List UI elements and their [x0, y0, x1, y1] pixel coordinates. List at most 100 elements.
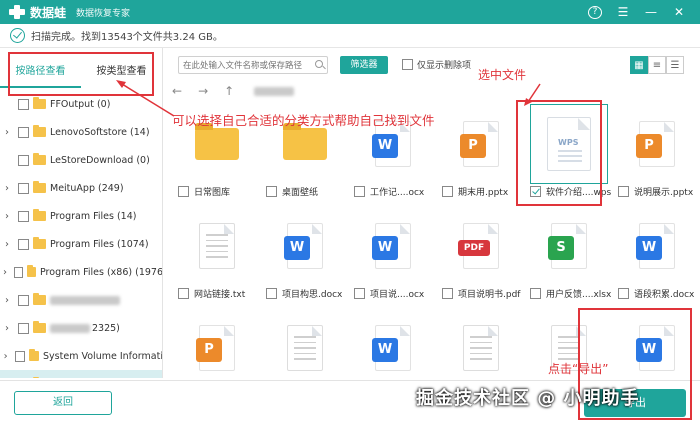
tree-checkbox[interactable]	[18, 238, 29, 250]
file-thumbnail[interactable]	[442, 308, 520, 388]
back-button[interactable]: 返回	[14, 391, 112, 415]
tree-label: Program Files (x86) (1976	[40, 266, 163, 278]
blurred-name	[50, 323, 90, 333]
file-type-badge: W	[372, 236, 398, 260]
up-arrow-icon[interactable]: ↑	[224, 84, 234, 98]
chevron-right-icon[interactable]: ›	[0, 211, 14, 222]
tree-checkbox[interactable]	[14, 266, 23, 278]
detail-view-icon[interactable]: ☰	[666, 56, 684, 74]
file-item[interactable]: P 说明展示.pptx	[618, 104, 700, 198]
file-type-badge: W	[372, 338, 398, 362]
chevron-right-icon[interactable]: ›	[0, 183, 14, 194]
file-item[interactable]: W 语段积累.docx	[618, 206, 700, 300]
forward-arrow-icon[interactable]: →	[198, 84, 208, 98]
file-item[interactable]: W	[618, 308, 700, 388]
file-checkbox[interactable]	[354, 185, 365, 197]
file-thumbnail[interactable]: PDF	[442, 206, 520, 286]
file-checkbox[interactable]	[530, 185, 541, 197]
file-item[interactable]: W 项目构思.docx	[266, 206, 352, 300]
file-checkbox[interactable]	[178, 185, 189, 197]
tree-checkbox[interactable]	[15, 350, 25, 362]
file-thumbnail[interactable]: P	[442, 104, 520, 184]
file-checkbox[interactable]	[618, 185, 629, 197]
file-thumbnail[interactable]: S	[530, 206, 608, 286]
search-input[interactable]	[178, 56, 328, 74]
file-item[interactable]: P 期末用.pptx	[442, 104, 528, 198]
file-thumbnail[interactable]: W	[266, 206, 344, 286]
tree-checkbox[interactable]	[18, 322, 29, 334]
chevron-right-icon[interactable]: ›	[0, 323, 14, 334]
tree-checkbox[interactable]	[18, 294, 29, 306]
file-thumbnail[interactable]: P	[618, 104, 696, 184]
file-thumbnail[interactable]: WPS	[530, 104, 608, 184]
tree-label: Program Files (1074)	[50, 238, 149, 250]
chevron-right-icon[interactable]: ›	[0, 351, 11, 362]
file-thumbnail[interactable]: W	[354, 206, 432, 286]
file-thumbnail[interactable]: W	[354, 308, 432, 388]
filter-button[interactable]: 筛选器	[340, 56, 388, 74]
tree-checkbox[interactable]	[18, 126, 29, 138]
tree-row[interactable]: ⌄工作 (35)	[0, 370, 162, 378]
file-thumbnail[interactable]: P	[178, 308, 256, 388]
tree-row[interactable]: › Program Files (x86) (1976	[0, 258, 163, 286]
file-checkbox[interactable]	[442, 287, 453, 299]
tree-checkbox[interactable]	[18, 154, 29, 166]
tree-checkbox[interactable]	[18, 210, 29, 222]
file-item[interactable]: W 项目说....ocx	[354, 206, 440, 300]
tree-row[interactable]: LeStoreDownload (0)	[0, 146, 162, 174]
chevron-right-icon[interactable]: ›	[0, 295, 14, 306]
file-name: 说明展示.pptx	[634, 187, 694, 198]
folder-icon	[33, 181, 46, 193]
tree-row[interactable]: › 2325)	[0, 314, 162, 342]
file-checkbox[interactable]	[266, 185, 277, 197]
file-item[interactable]: WPS 软件介绍....wps	[530, 104, 616, 198]
tree-label: System Volume Informati	[43, 350, 163, 362]
file-item[interactable]: 网站链接.txt	[178, 206, 264, 300]
tree-row[interactable]: ›	[0, 286, 162, 314]
file-item[interactable]: S 用户反馈....xlsx	[530, 206, 616, 300]
tree-row[interactable]: › Program Files (14)	[0, 202, 162, 230]
tree-checkbox[interactable]	[18, 98, 29, 110]
file-thumbnail[interactable]	[266, 308, 344, 388]
file-thumbnail[interactable]	[178, 206, 256, 286]
file-item[interactable]: W	[354, 308, 440, 388]
folder-icon	[195, 123, 239, 160]
list-view-icon[interactable]: ≡	[648, 56, 666, 74]
ppt-file-icon: P	[636, 121, 675, 167]
deleted-only-checkbox[interactable]	[402, 59, 413, 70]
file-item[interactable]	[266, 308, 352, 388]
file-checkbox[interactable]	[266, 287, 277, 299]
classify-annotation: 可以选择自己合适的分类方式帮助自己找到文件	[172, 113, 435, 128]
file-checkbox[interactable]	[530, 287, 541, 299]
tree-checkbox[interactable]	[18, 182, 29, 194]
folder-icon	[28, 349, 40, 361]
file-item[interactable]: P	[178, 308, 264, 388]
file-name: 软件介绍....wps	[546, 187, 612, 198]
file-thumbnail[interactable]: W	[618, 206, 696, 286]
file-checkbox[interactable]	[354, 287, 365, 299]
tab-by-path[interactable]: 按路径查看	[0, 56, 81, 88]
tree-row[interactable]: › MeituApp (249)	[0, 174, 162, 202]
word-file-icon: W	[636, 325, 675, 371]
deleted-only-toggle[interactable]: 仅显示删除项	[402, 58, 471, 71]
file-checkbox[interactable]	[178, 287, 189, 299]
chevron-right-icon[interactable]: ›	[0, 267, 10, 278]
file-item[interactable]	[442, 308, 528, 388]
minimize-icon[interactable]: —	[644, 5, 658, 19]
menu-icon[interactable]: ☰	[616, 5, 630, 19]
chevron-right-icon[interactable]: ›	[0, 239, 14, 250]
help-icon[interactable]: ?	[588, 5, 602, 19]
word-file-icon: W	[284, 223, 323, 269]
grid-view-icon[interactable]: ▦	[630, 56, 648, 74]
file-checkbox[interactable]	[442, 185, 453, 197]
file-thumbnail[interactable]: W	[618, 308, 696, 388]
close-icon[interactable]: ✕	[672, 5, 686, 19]
chevron-right-icon[interactable]: ›	[0, 127, 14, 138]
file-checkbox[interactable]	[618, 287, 629, 299]
tree-row[interactable]: › Program Files (1074)	[0, 230, 162, 258]
file-item[interactable]: PDF 项目说明书.pdf	[442, 206, 528, 300]
tree-row[interactable]: › LenovoSoftstore (14)	[0, 118, 162, 146]
tree-row[interactable]: › System Volume Informati	[0, 342, 163, 370]
ppt-file-icon: P	[196, 325, 235, 371]
search-icon[interactable]	[315, 60, 323, 68]
